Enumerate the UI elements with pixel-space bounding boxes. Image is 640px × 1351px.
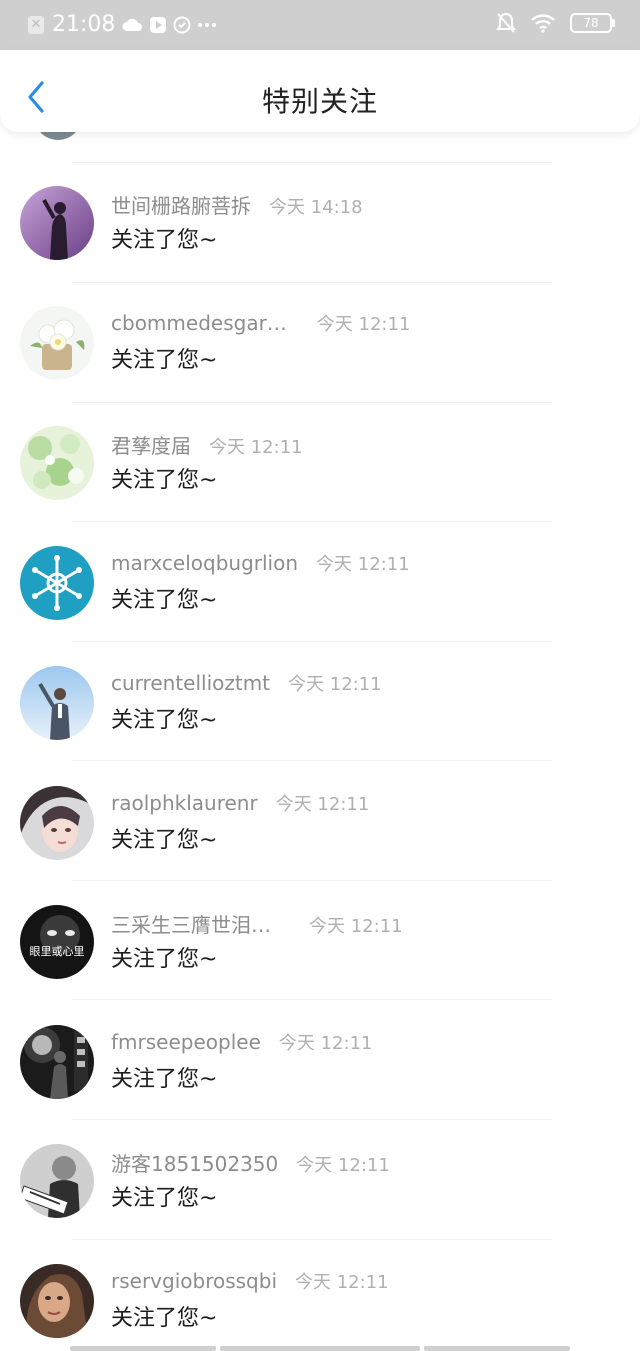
- avatar[interactable]: [20, 1264, 94, 1338]
- list-item[interactable]: 世间栅路腑菩拆 今天 14:18 关注了您~: [0, 174, 640, 294]
- user-name[interactable]: currentellioztmt: [111, 671, 270, 695]
- user-name[interactable]: 世间栅路腑菩拆: [111, 190, 251, 219]
- avatar[interactable]: [20, 546, 94, 620]
- user-name[interactable]: 君孳度届: [111, 430, 191, 459]
- play-icon: [149, 16, 167, 34]
- list-item[interactable]: raolphklaurenr 今天 12:11 关注了您~: [0, 774, 640, 894]
- message-text: 关注了您~: [111, 228, 218, 253]
- avatar[interactable]: [20, 1025, 94, 1099]
- indicator-segment: [220, 1346, 420, 1351]
- name-line: 三采生三膺世泪… 今天 12:11: [111, 909, 403, 938]
- list-item[interactable]: 眼里或心里 三采生三膺世泪… 今天 12:11 关注了您~: [0, 893, 640, 1013]
- notification-x-icon: ✕: [28, 15, 44, 34]
- avatar[interactable]: 眼里或心里: [20, 905, 94, 979]
- user-name[interactable]: 游客1851502350: [111, 1148, 278, 1177]
- wifi-icon: [530, 13, 556, 33]
- message-text: 关注了您~: [111, 588, 218, 613]
- cloud-icon: [121, 17, 143, 33]
- user-name[interactable]: 三采生三膺世泪…: [111, 909, 271, 938]
- timestamp: 今天 12:11: [296, 1155, 390, 1176]
- timestamp: 今天 14:18: [269, 197, 363, 218]
- timestamp: 今天 12:11: [316, 554, 410, 575]
- list-item[interactable]: currentellioztmt 今天 12:11 关注了您~: [0, 654, 640, 774]
- user-name[interactable]: raolphklaurenr: [111, 791, 258, 815]
- name-line: 世间栅路腑菩拆 今天 14:18: [111, 190, 363, 219]
- user-name[interactable]: cbommedesgar…: [111, 311, 287, 335]
- indicator-segment: [70, 1346, 216, 1351]
- avatar[interactable]: [20, 306, 94, 380]
- name-line: fmrseepeoplee 今天 12:11: [111, 1029, 372, 1055]
- message-text: 关注了您~: [111, 1306, 218, 1331]
- timestamp: 今天 12:11: [288, 674, 382, 695]
- user-name[interactable]: marxceloqbugrlion: [111, 551, 298, 575]
- divider: [72, 162, 552, 163]
- timestamp: 今天 12:11: [275, 794, 370, 815]
- timestamp: 今天 12:11: [316, 314, 411, 335]
- name-line: marxceloqbugrlion 今天 12:11: [111, 550, 410, 576]
- divider: [72, 402, 552, 403]
- status-bar-left: ✕ 21:08: [28, 12, 217, 37]
- list-item[interactable]: cbommedesgar… 今天 12:11 关注了您~: [0, 294, 640, 414]
- avatar[interactable]: [20, 186, 94, 260]
- name-line: raolphklaurenr 今天 12:11: [111, 790, 369, 816]
- avatar[interactable]: [20, 666, 94, 740]
- user-name[interactable]: fmrseepeoplee: [111, 1030, 261, 1054]
- battery-icon: 78: [570, 13, 615, 33]
- list-item[interactable]: 君孳度届 今天 12:11 关注了您~: [0, 414, 640, 534]
- divider: [72, 282, 552, 283]
- user-name[interactable]: rservgiobrossqbi: [111, 1269, 277, 1293]
- status-time: 21:08: [52, 12, 116, 37]
- divider: [72, 999, 552, 1000]
- timestamp: 今天 12:11: [295, 1272, 389, 1293]
- message-text: 关注了您~: [111, 1067, 218, 1092]
- name-line: 游客1851502350 今天 12:11: [111, 1148, 390, 1177]
- list-item[interactable]: fmrseepeoplee 今天 12:11 关注了您~: [0, 1013, 640, 1133]
- list-item[interactable]: marxceloqbugrlion 今天 12:11 关注了您~: [0, 534, 640, 654]
- avatar[interactable]: [20, 426, 94, 500]
- divider: [72, 1119, 552, 1120]
- message-text: 关注了您~: [111, 708, 218, 733]
- timestamp: 今天 12:11: [209, 437, 303, 458]
- more-dots-icon: [197, 22, 217, 28]
- status-bar: ✕ 21:08 78: [0, 0, 640, 50]
- avatar: [34, 132, 82, 140]
- message-text: 关注了您~: [111, 348, 218, 373]
- status-bar-right: 78: [496, 12, 615, 34]
- list-item[interactable]: rservgiobrossqbi 今天 12:11 关注了您~: [0, 1252, 640, 1351]
- divider: [72, 880, 552, 881]
- list-item[interactable]: 游客1851502350 今天 12:11 关注了您~: [0, 1132, 640, 1252]
- name-line: rservgiobrossqbi 今天 12:11: [111, 1268, 389, 1294]
- avatar-caption: 眼里或心里: [30, 945, 85, 958]
- timestamp: 今天 12:11: [309, 916, 403, 937]
- divider: [72, 521, 552, 522]
- name-line: cbommedesgar… 今天 12:11: [111, 310, 410, 336]
- message-text: 关注了您~: [111, 947, 218, 972]
- avatar[interactable]: [20, 1144, 94, 1218]
- avatar[interactable]: [20, 786, 94, 860]
- page-title: 特别关注: [261, 85, 378, 118]
- name-line: 君孳度届 今天 12:11: [111, 430, 303, 459]
- divider: [72, 1239, 552, 1240]
- message-text: 关注了您~: [111, 828, 218, 853]
- scroll-indicator: [70, 1346, 570, 1351]
- timestamp: 今天 12:11: [278, 1033, 373, 1054]
- bell-off-icon: [496, 12, 516, 34]
- indicator-segment: [424, 1346, 570, 1351]
- header: 特别关注: [0, 50, 640, 132]
- name-line: currentellioztmt 今天 12:11: [111, 670, 382, 696]
- divider: [72, 760, 552, 761]
- message-text: 关注了您~: [111, 1186, 218, 1211]
- message-text: 关注了您~: [111, 468, 218, 493]
- follow-list: 世间栅路腑菩拆 今天 14:18 关注了您~ cbommedesgar… 今天 …: [0, 132, 640, 1351]
- sync-icon: [173, 16, 191, 34]
- divider: [72, 641, 552, 642]
